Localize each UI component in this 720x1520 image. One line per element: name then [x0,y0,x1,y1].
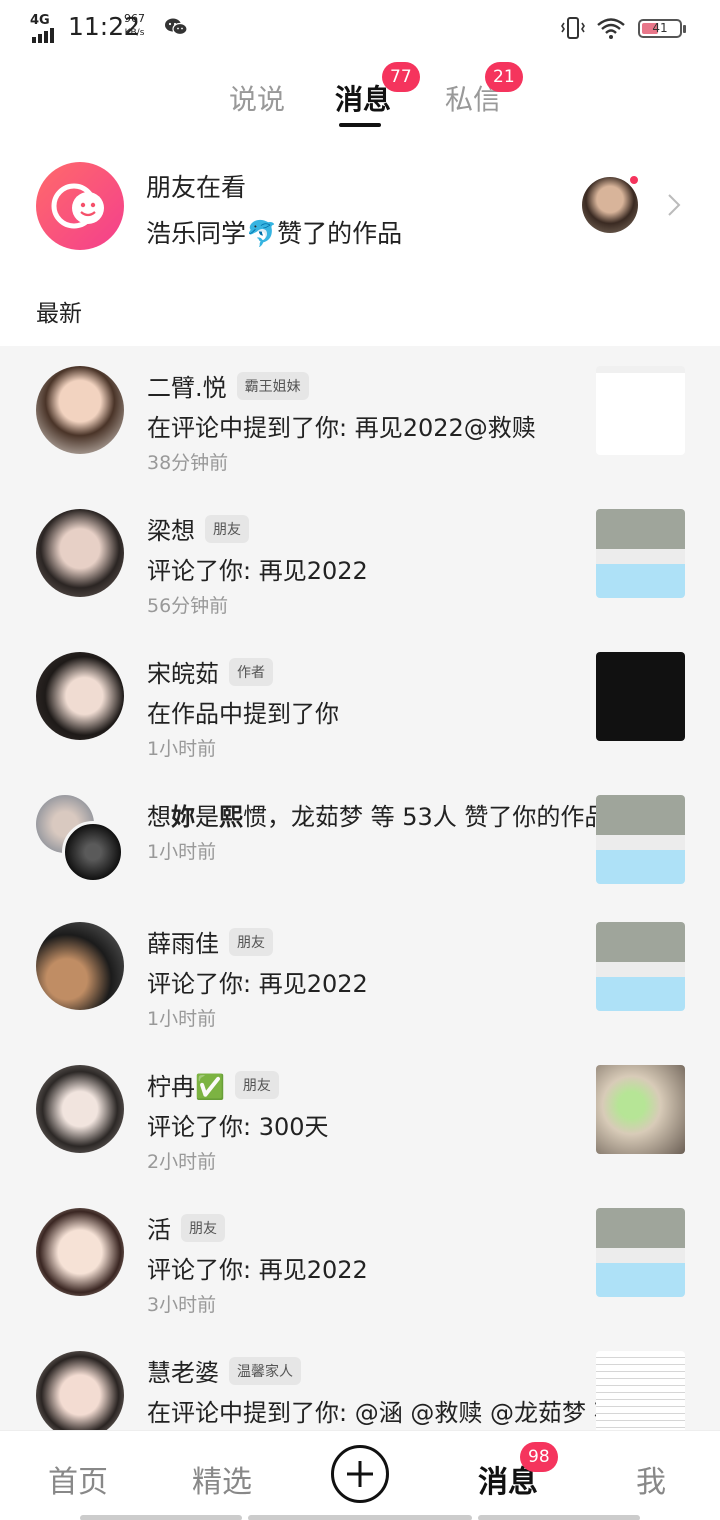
user-name[interactable]: 梁想 [147,511,195,546]
private-messages-badge: 21 [485,62,523,92]
timestamp: 56分钟前 [147,595,229,617]
timestamp: 38分钟前 [147,452,229,474]
notification-text: 评论了你: 再见2022 [147,970,368,998]
relation-tag: 作者 [229,657,273,686]
notification-text: 在评论中提到了你: @涵 @救赎 @龙茹梦 不 [147,1399,618,1427]
notification-text: 在作品中提到了你 [147,700,339,728]
post-thumbnail[interactable] [596,922,685,1011]
friends-watching-subtitle: 浩乐同学🐬赞了的作品 [146,219,403,248]
post-thumbnail[interactable] [596,795,685,884]
signal-icon [32,28,54,43]
user-name[interactable]: 活 [147,1210,171,1245]
user-name[interactable]: 慧老婆 [147,1353,219,1388]
network-speed: 967 KB/s [124,12,145,40]
post-thumbnail[interactable] [596,366,685,455]
list-item[interactable]: 想妳是熙惯，龙茹梦 等 53人 赞了你的作品 1小时前 [0,775,720,918]
text-prefix: 想 [147,803,171,831]
messages-badge: 77 [382,62,420,92]
status-bar: 4G 11:22 967 KB/s 41 [0,0,720,56]
relation-tag: 朋友 [181,1213,225,1242]
notification-text: 评论了你: 300天 [147,1113,329,1141]
friends-watching-entry[interactable]: 朋友在看 浩乐同学🐬赞了的作品 [0,150,720,260]
timestamp: 1小时前 [147,841,217,863]
speed-unit: KB/s [124,28,145,38]
relation-tag: 霸王姐妹 [236,371,309,400]
relation-tag: 朋友 [229,927,273,956]
nav-featured[interactable]: 精选 [192,1457,252,1501]
timestamp: 1小时前 [147,1008,217,1030]
list-item[interactable]: 宋皖茹 作者 在作品中提到了你 1小时前 [0,632,720,775]
section-latest: 最新 [36,301,82,327]
message-tabs: 说说 消息 77 私信 21 [0,60,720,130]
post-thumbnail[interactable] [596,652,685,741]
list-item[interactable]: 活 朋友 评论了你: 再见2022 3小时前 [0,1188,720,1331]
relation-tag: 朋友 [205,514,249,543]
list-item[interactable]: 慧老婆 温馨家人 在评论中提到了你: @涵 @救赎 @龙茹梦 不 [0,1331,720,1430]
timestamp: 3小时前 [147,1294,217,1316]
friends-watching-title: 朋友在看 [146,173,247,202]
chevron-right-icon [668,194,681,216]
home-indicator [478,1515,640,1520]
list-item[interactable]: 薛雨佳 朋友 评论了你: 再见2022 1小时前 [0,902,720,1045]
relation-tag: 温馨家人 [229,1356,301,1385]
active-tab-indicator [339,123,381,127]
user-name[interactable]: 二臂.悦 [147,368,227,403]
tab-messages[interactable]: 消息 [335,78,391,118]
smile-bubble-icon [36,162,124,250]
user-name[interactable]: 薛雨佳 [147,924,219,959]
avatar[interactable] [36,509,124,597]
battery-icon: 41 [638,19,686,38]
notification-text: 评论了你: 再见2022 [147,1256,368,1284]
nav-messages-badge: 98 [520,1442,558,1472]
text-bold: 熙 [219,803,243,831]
text-mid: 是 [195,803,219,831]
post-thumbnail[interactable] [596,1351,685,1430]
tab-shuoshuo[interactable]: 说说 [229,78,285,118]
notification-list: 二臂.悦 霸王姐妹 在评论中提到了你: 再见2022@救赎 38分钟前 梁想 朋… [0,346,720,1430]
vibrate-icon [561,17,585,39]
avatar[interactable] [36,1351,124,1430]
battery-level: 41 [652,21,668,35]
list-item[interactable]: 二臂.悦 霸王姐妹 在评论中提到了你: 再见2022@救赎 38分钟前 [0,346,720,489]
avatar[interactable] [62,821,124,883]
wechat-icon [165,18,188,36]
list-item[interactable]: 梁想 朋友 评论了你: 再见2022 56分钟前 [0,489,720,632]
post-thumbnail[interactable] [596,1208,685,1297]
avatar[interactable] [36,366,124,454]
home-indicator [248,1515,472,1520]
wifi-icon [597,18,625,39]
nav-me[interactable]: 我 [636,1457,666,1501]
post-thumbnail[interactable] [596,1065,685,1154]
relation-tag: 朋友 [234,1070,279,1099]
user-name[interactable]: 柠冉✅ [147,1067,225,1102]
home-indicator [80,1515,242,1520]
list-item[interactable]: 柠冉✅ 朋友 评论了你: 300天 2小时前 [0,1045,720,1188]
avatar[interactable] [36,652,124,740]
notification-text: 在评论中提到了你: 再见2022@救赎 [147,414,536,442]
text-rest: 惯，龙茹梦 等 53人 赞了你的作品 [243,803,609,831]
speed-value: 967 [124,12,145,25]
notification-text: 想妳是熙惯，龙茹梦 等 53人 赞了你的作品 [147,797,608,832]
notification-text: 评论了你: 再见2022 [147,557,368,585]
nav-home[interactable]: 首页 [48,1457,108,1501]
bottom-nav: 首页 精选 消息 98 我 [0,1430,720,1520]
post-thumbnail[interactable] [596,509,685,598]
network-type: 4G [30,13,50,28]
unread-dot [628,174,640,186]
avatar[interactable] [36,1208,124,1296]
avatar[interactable] [36,1065,124,1153]
timestamp: 1小时前 [147,738,217,760]
avatar[interactable] [36,922,124,1010]
create-post-button[interactable] [331,1445,389,1503]
text-bold: 妳 [171,803,195,831]
user-name[interactable]: 宋皖茹 [147,654,219,689]
timestamp: 2小时前 [147,1151,217,1173]
friend-avatar [582,177,638,233]
